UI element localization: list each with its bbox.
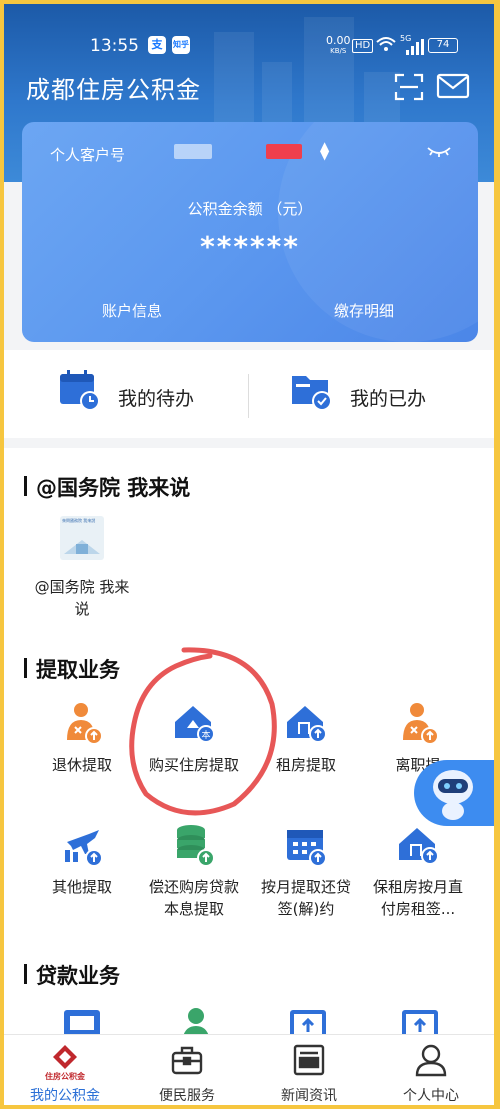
alipay-icon: 支 xyxy=(148,36,166,54)
fund-logo-text: 住房公积金 xyxy=(45,1072,85,1081)
my-done-label: 我的已办 xyxy=(350,388,427,410)
service-label: 其他提取 xyxy=(51,878,112,896)
service-label: 偿还购房贷款本息提取 xyxy=(148,878,239,918)
service-other-withdraw[interactable]: 其他提取 xyxy=(21,822,143,898)
annotation-circle xyxy=(129,647,277,816)
account-number-masked xyxy=(174,144,212,159)
service-rental-monthly-direct-pay[interactable]: 保租房按月直付房租签... xyxy=(357,822,479,920)
gov-feedback-thumbnail[interactable]: 來問國務院 我來說 xyxy=(60,516,104,560)
tab-label: 我的公积金 xyxy=(30,1088,100,1104)
section-title-withdraw: 提取业务 xyxy=(24,654,120,684)
account-switch-icon[interactable]: ▲ ▼ xyxy=(320,140,329,161)
balance-label: 公积金余额 （元） xyxy=(187,200,313,218)
robot-icon xyxy=(433,770,473,820)
service-label: 按月提取还贷签(解)约 xyxy=(260,878,351,918)
net-speed-unit: KB/S xyxy=(330,47,347,55)
status-bar: 13:55 支 知乎 0.00 KB/S HD 5G 74 xyxy=(4,34,494,62)
account-number-masked xyxy=(266,144,302,159)
user-icon xyxy=(415,1044,447,1077)
tab-news[interactable]: 新闻资讯 xyxy=(248,1043,370,1105)
service-repay-loan-withdraw[interactable]: 偿还购房贷款本息提取 xyxy=(133,822,255,920)
net-speed: 0.00 KB/S xyxy=(326,34,351,56)
tab-label: 个人中心 xyxy=(403,1088,459,1104)
gov-feedback-label[interactable]: @国务院 我来说 xyxy=(32,576,132,620)
house-rent-icon xyxy=(287,706,327,743)
todo-row: 我的待办 我的已办 xyxy=(4,350,494,438)
coins-icon xyxy=(177,825,215,867)
plane-icon xyxy=(65,830,103,867)
house-monthly-icon xyxy=(399,828,439,865)
done-folder-icon xyxy=(292,376,332,411)
battery-indicator: 74 xyxy=(428,38,458,53)
bottom-tab-bar: 住房公积金 我的公积金 便民服务 新闻资讯 个人中心 xyxy=(4,1034,494,1105)
hide-balance-eye-icon[interactable] xyxy=(426,140,452,162)
section-title-loan: 贷款业务 xyxy=(24,960,120,990)
signal-icon: 5G xyxy=(400,34,424,60)
balance-value: ****** xyxy=(200,230,300,263)
zhihu-icon: 知乎 xyxy=(172,36,190,54)
resign-icon xyxy=(403,703,439,745)
gov-thumb-text: 來問國務院 我來說 xyxy=(62,518,96,523)
account-card: 个人客户号 ▲ ▼ 公积金余额 （元） ****** 账户信息 缴存明细 xyxy=(22,122,478,342)
hd-badge: HD xyxy=(352,39,374,53)
tab-label: 便民服务 xyxy=(159,1088,215,1104)
news-icon xyxy=(293,1044,325,1076)
my-done-button[interactable]: 我的已办 xyxy=(290,368,426,420)
my-pending-button[interactable]: 我的待办 xyxy=(58,368,194,420)
assistant-robot-button[interactable] xyxy=(414,760,494,826)
account-info-link[interactable]: 账户信息 xyxy=(102,300,162,321)
phone-screen: 13:55 支 知乎 0.00 KB/S HD 5G 74 成都住房公积金 个人… xyxy=(4,4,494,1105)
scan-icon[interactable] xyxy=(394,72,424,102)
wifi-icon xyxy=(376,36,396,56)
tab-my-fund[interactable]: 住房公积金 我的公积金 xyxy=(4,1043,126,1105)
tab-profile[interactable]: 个人中心 xyxy=(370,1043,492,1105)
net-speed-value: 0.00 xyxy=(326,34,351,47)
service-label: 保租房按月直付房租签... xyxy=(372,878,463,918)
divider xyxy=(248,374,249,418)
account-number-label: 个人客户号 xyxy=(50,146,126,164)
mail-icon[interactable] xyxy=(436,72,470,102)
pending-calendar-icon xyxy=(60,370,100,411)
tab-label: 新闻资讯 xyxy=(281,1088,337,1104)
my-pending-label: 我的待办 xyxy=(118,388,195,410)
retire-icon xyxy=(67,703,103,745)
calendar-icon xyxy=(287,830,327,867)
tab-convenience[interactable]: 便民服务 xyxy=(126,1043,248,1105)
page-title: 成都住房公积金 xyxy=(26,76,201,104)
deposit-detail-link[interactable]: 缴存明细 xyxy=(334,300,394,321)
section-title-gov: @国务院 我来说 xyxy=(24,472,190,502)
service-monthly-repay-sign[interactable]: 按月提取还贷签(解)约 xyxy=(245,822,367,920)
briefcase-icon xyxy=(171,1046,203,1075)
status-time: 13:55 xyxy=(90,36,139,56)
signal-label: 5G xyxy=(400,34,412,43)
